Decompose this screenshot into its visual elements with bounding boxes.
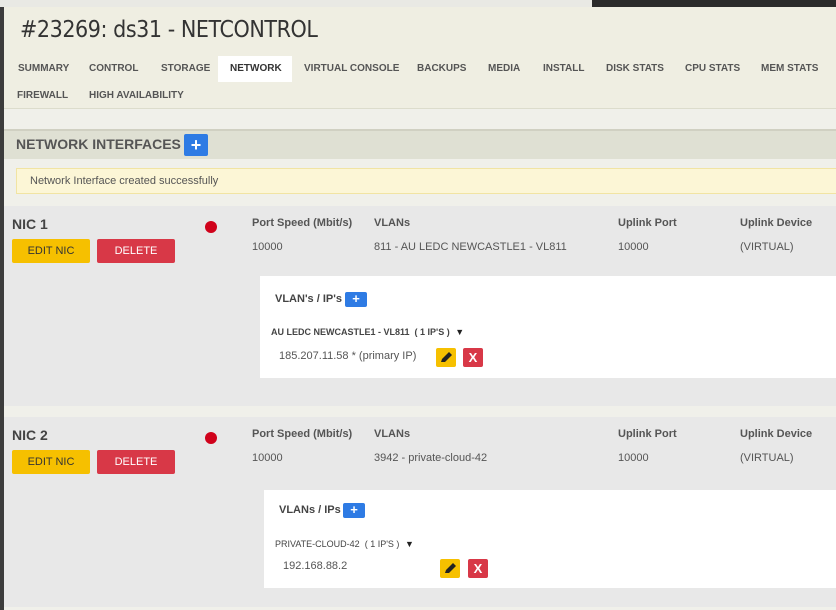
main-frame: #23269: ds31 - NETCONTROL SUMMARY CONTRO…: [4, 7, 836, 610]
vlans-header: VLANs: [374, 217, 411, 229]
nic-card-1: NIC 1 EDIT NIC DELETE Port Speed (Mbit/s…: [4, 206, 836, 406]
port-speed-header: Port Speed (Mbit/s): [252, 428, 353, 440]
tab-virtual-console[interactable]: VIRTUAL CONSOLE: [292, 56, 411, 82]
window-top-strip-light: [0, 0, 592, 7]
tab-summary[interactable]: SUMMARY: [6, 56, 81, 82]
tab-control[interactable]: CONTROL: [77, 56, 150, 82]
vlan-ip-count: ( 1 IP'S ): [414, 327, 450, 337]
uplink-device-value: (VIRTUAL): [740, 452, 794, 464]
port-speed-value: 10000: [252, 452, 283, 464]
vlan-value: 3942 - private-cloud-42: [374, 452, 488, 464]
port-speed-header: Port Speed (Mbit/s): [252, 217, 353, 229]
delete-nic-button[interactable]: DELETE: [97, 239, 175, 263]
tab-mem-stats[interactable]: MEM STATS: [749, 56, 830, 82]
network-interfaces-bar: NETWORK INTERFACES +: [4, 129, 836, 159]
caret-down-icon: ▼: [404, 539, 414, 549]
uplink-port-value: 10000: [618, 452, 649, 464]
status-indicator: [205, 432, 217, 444]
delete-ip-button[interactable]: X: [463, 348, 483, 367]
delete-ip-button[interactable]: X: [468, 559, 488, 578]
uplink-device-header: Uplink Device: [740, 217, 813, 229]
page-title: #23269: ds31 - NETCONTROL: [20, 17, 318, 43]
tab-network[interactable]: NETWORK: [218, 56, 292, 82]
tab-install[interactable]: INSTALL: [531, 56, 596, 82]
nic-name: NIC 1: [12, 216, 48, 232]
vlan-group-toggle[interactable]: AU LEDC NEWCASTLE1 - VL811 ( 1 IP'S ) ▼: [271, 327, 464, 337]
vlan-group-name: PRIVATE-CLOUD-42: [275, 539, 360, 549]
section-title: NETWORK INTERFACES: [16, 136, 181, 152]
ip-address: 192.168.88.2: [283, 560, 348, 572]
tab-backups[interactable]: BACKUPS: [405, 56, 478, 82]
success-alert: Network Interface created successfully: [16, 168, 836, 194]
delete-nic-button[interactable]: DELETE: [97, 450, 175, 474]
vlan-group-name: AU LEDC NEWCASTLE1 - VL811: [271, 327, 410, 337]
nic-card-2: NIC 2 EDIT NIC DELETE Port Speed (Mbit/s…: [4, 417, 836, 607]
window-top-strip: [0, 0, 836, 7]
ip-address: 185.207.11.58 * (primary IP): [279, 350, 417, 362]
port-speed-value: 10000: [252, 241, 283, 253]
edit-nic-button[interactable]: EDIT NIC: [12, 450, 90, 474]
uplink-device-header: Uplink Device: [740, 428, 813, 440]
vlan-ip-count: ( 1 IP'S ): [364, 539, 400, 549]
edit-ip-button[interactable]: [436, 348, 456, 367]
uplink-port-header: Uplink Port: [618, 428, 677, 440]
tab-disk-stats[interactable]: DISK STATS: [594, 56, 676, 82]
vlan-value: 811 - AU LEDC NEWCASTLE1 - VL811: [374, 241, 567, 253]
edit-ip-button[interactable]: [440, 559, 460, 578]
vlan-ip-panel: VLANs / IPs + PRIVATE-CLOUD-42 ( 1 IP'S …: [264, 490, 836, 588]
pencil-icon: [445, 563, 456, 573]
tab-high-availability[interactable]: HIGH AVAILABILITY: [77, 83, 196, 109]
nic-name: NIC 2: [12, 427, 48, 443]
uplink-device-value: (VIRTUAL): [740, 241, 794, 253]
vlans-header: VLANs: [374, 428, 411, 440]
vlan-group-toggle[interactable]: PRIVATE-CLOUD-42 ( 1 IP'S ) ▼: [275, 539, 414, 549]
status-indicator: [205, 221, 217, 233]
vlan-ip-title: VLANs / IPs: [279, 504, 341, 516]
uplink-port-header: Uplink Port: [618, 217, 677, 229]
tab-cpu-stats[interactable]: CPU STATS: [673, 56, 752, 82]
pencil-icon: [441, 352, 452, 362]
vlan-ip-panel: VLAN's / IP's + AU LEDC NEWCASTLE1 - VL8…: [260, 276, 836, 378]
page-header: #23269: ds31 - NETCONTROL SUMMARY CONTRO…: [4, 7, 836, 109]
tab-media[interactable]: MEDIA: [476, 56, 532, 82]
edit-nic-button[interactable]: EDIT NIC: [12, 239, 90, 263]
tab-firewall[interactable]: FIREWALL: [5, 83, 80, 109]
vlan-ip-title: VLAN's / IP's: [275, 293, 342, 305]
add-vlan-ip-button[interactable]: +: [345, 292, 367, 307]
add-vlan-ip-button[interactable]: +: [343, 503, 365, 518]
caret-down-icon: ▼: [455, 327, 465, 337]
add-interface-button[interactable]: +: [184, 134, 208, 156]
tab-storage[interactable]: STORAGE: [149, 56, 222, 82]
uplink-port-value: 10000: [618, 241, 649, 253]
